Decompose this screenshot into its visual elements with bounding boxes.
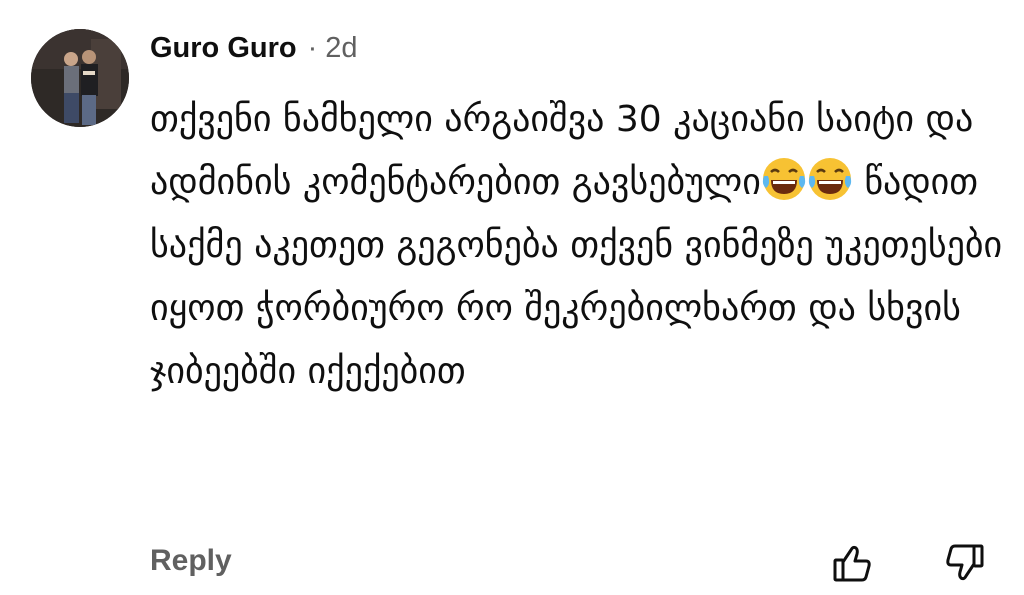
author-name[interactable]: Guro Guro bbox=[150, 32, 297, 65]
thumbs-up-icon[interactable] bbox=[830, 540, 876, 586]
separator-dot: · bbox=[307, 32, 318, 64]
reply-button[interactable]: Reply bbox=[150, 544, 232, 578]
thumbs-down-icon[interactable] bbox=[941, 540, 987, 586]
comment-age[interactable]: 2d bbox=[325, 32, 357, 65]
comment-header: Guro Guro · 2d bbox=[150, 32, 358, 65]
comment-text: თქვენი ნამხელი არგაიშვა 30 კაციანი საიტი… bbox=[150, 88, 1010, 403]
avatar-photo bbox=[31, 29, 129, 127]
tears-of-joy-emoji-icon bbox=[807, 156, 853, 202]
tears-of-joy-emoji-icon bbox=[761, 156, 807, 202]
avatar[interactable] bbox=[31, 29, 129, 127]
